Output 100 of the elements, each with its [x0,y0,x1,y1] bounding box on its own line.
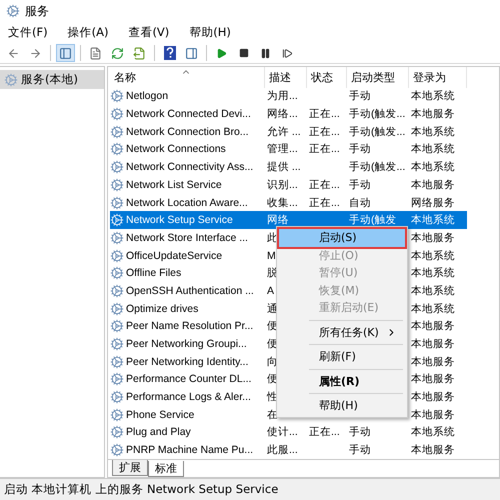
table-cell-text: 本地服务 [410,178,456,192]
table-cell-text: 本地系统 [410,284,456,298]
table-cell: Peer Networking Identity... [126,356,248,368]
table-cell: PNRP Machine Name Pu... [126,444,254,456]
table-cell-text: 本地系统 [410,425,456,440]
gear-icon [110,354,124,369]
gear-icon [4,72,18,86]
gear-icon [110,372,124,386]
context-menu-item[interactable]: 启动(S) [279,229,405,246]
table-cell-text: 允许 ... [266,124,302,139]
gear-icon [110,284,124,298]
menu-item[interactable]: 查看(V) [128,25,170,40]
table-cell-text: 本地系统 [410,124,456,139]
table-cell-text: 本地系统 [410,160,456,174]
table-cell-text: 本地服务 [410,443,456,458]
table-cell-text: 本地服务 [410,230,456,245]
gear-icon [110,178,124,192]
table-cell-text: 手动(触发 [348,213,398,228]
table-cell-text: 本地服务 [410,408,456,422]
help-icon [164,46,176,60]
gear-icon [110,302,124,316]
table-cell-text: 正在... [308,124,341,139]
table-cell-text: 在 [266,408,279,422]
table-cell-text: 网络 [266,213,290,228]
document-icon [89,46,102,60]
table-cell-text: 本地系统 [410,142,456,156]
view-tab[interactable]: 扩展 [112,460,148,476]
table-cell-text: 本地服务 [410,319,456,334]
gear-icon [110,425,124,440]
table-cell-text: 本地系统 [410,89,456,104]
table-cell-text: 本地系统 [410,248,456,263]
table-cell-text: 本地系统 [410,302,456,316]
gear-icon [110,124,124,139]
table-cell-text: 正在... [308,425,341,440]
column-header[interactable]: 启动类型 [347,67,409,88]
column-header[interactable]: 状态 [307,67,347,88]
tree-item[interactable]: 服务(本地) [0,70,104,89]
gear-icon [110,142,124,156]
export-icon [133,46,146,60]
column-header[interactable]: 登录为 [409,67,467,88]
table-cell-text: 本地服务 [410,390,456,404]
gear-icon [110,319,124,334]
gear-icon [110,230,124,245]
table-cell-text: 本地服务 [410,107,456,122]
column-header[interactable]: 名称 [110,67,265,88]
table-cell: Performance Counter DL... [126,373,252,386]
table-cell-text: 收集... [266,196,299,210]
gear-icon [110,408,124,422]
table-cell-text: 手动(触发... [348,160,406,174]
table-cell: OpenSSH Authentication ... [126,284,254,297]
menu-item[interactable]: 文件(F) [8,25,48,40]
pause-icon [260,48,271,58]
table-cell-text: 手动 [348,178,372,192]
arrow-left-icon [7,46,20,60]
table-cell: Phone Service [126,408,194,421]
table-cell-text: 此服... [266,443,299,458]
table-cell-text: A [266,284,276,297]
table-cell-text: 本地系统 [410,213,456,228]
column-header[interactable]: 描述 [265,67,307,88]
table-cell-text: 手动(触发... [348,124,406,139]
table-cell: Peer Networking Groupi... [126,338,247,350]
table-cell-text: 正在... [308,142,341,156]
play-icon [216,48,227,58]
table-cell-text: 手动 [348,142,372,156]
menu-item[interactable]: 帮助(H) [189,25,231,40]
table-cell-text: 手动 [348,443,372,458]
table-cell-text: 管理... [266,142,299,156]
status-bar: 启动 本地计算机 上的服务 Network Setup Service [0,478,500,500]
table-cell: Optimize drives [126,302,198,315]
panel-icon [185,46,198,60]
table-cell-text: 手动 [348,89,372,104]
table-cell-text: 手动(触发... [348,107,406,122]
table-cell-text: 通 [266,302,279,316]
table-cell: Network Connection Bro... [126,126,249,138]
table-cell-text: 正在... [308,107,341,122]
arrow-right-icon [29,46,42,60]
gear-icon [110,107,124,122]
tree-pane-button[interactable] [56,44,75,62]
table-cell: Network Location Aware... [126,196,248,209]
gear-icon [110,196,124,210]
stop-icon [238,48,248,58]
refresh-icon [111,46,124,60]
table-cell-text: 为用... [266,89,299,104]
table-cell-text: 识别... [266,178,299,192]
table-cell: OfficeUpdateService [126,250,222,262]
table-cell: Network Connectivity Ass... [126,161,254,174]
table-cell-text: 自动 [348,196,372,210]
table-cell: Peer Name Resolution Pr... [126,320,254,332]
table-cell-text: 本地服务 [410,354,456,369]
menu-item[interactable]: 操作(A) [68,25,108,40]
table-cell-text: 使计... [266,425,299,440]
view-tab[interactable]: 标准 [148,461,184,477]
table-cell-text: 本地服务 [410,372,456,386]
step-forward-icon [282,48,293,58]
table-cell: Network Setup Service [126,214,233,226]
table-cell: Offline Files [126,267,182,280]
table-cell: Network List Service [126,178,222,191]
gear-icon [110,337,124,352]
table-cell-text: 手动 [348,425,372,440]
gear-icon [110,213,124,228]
